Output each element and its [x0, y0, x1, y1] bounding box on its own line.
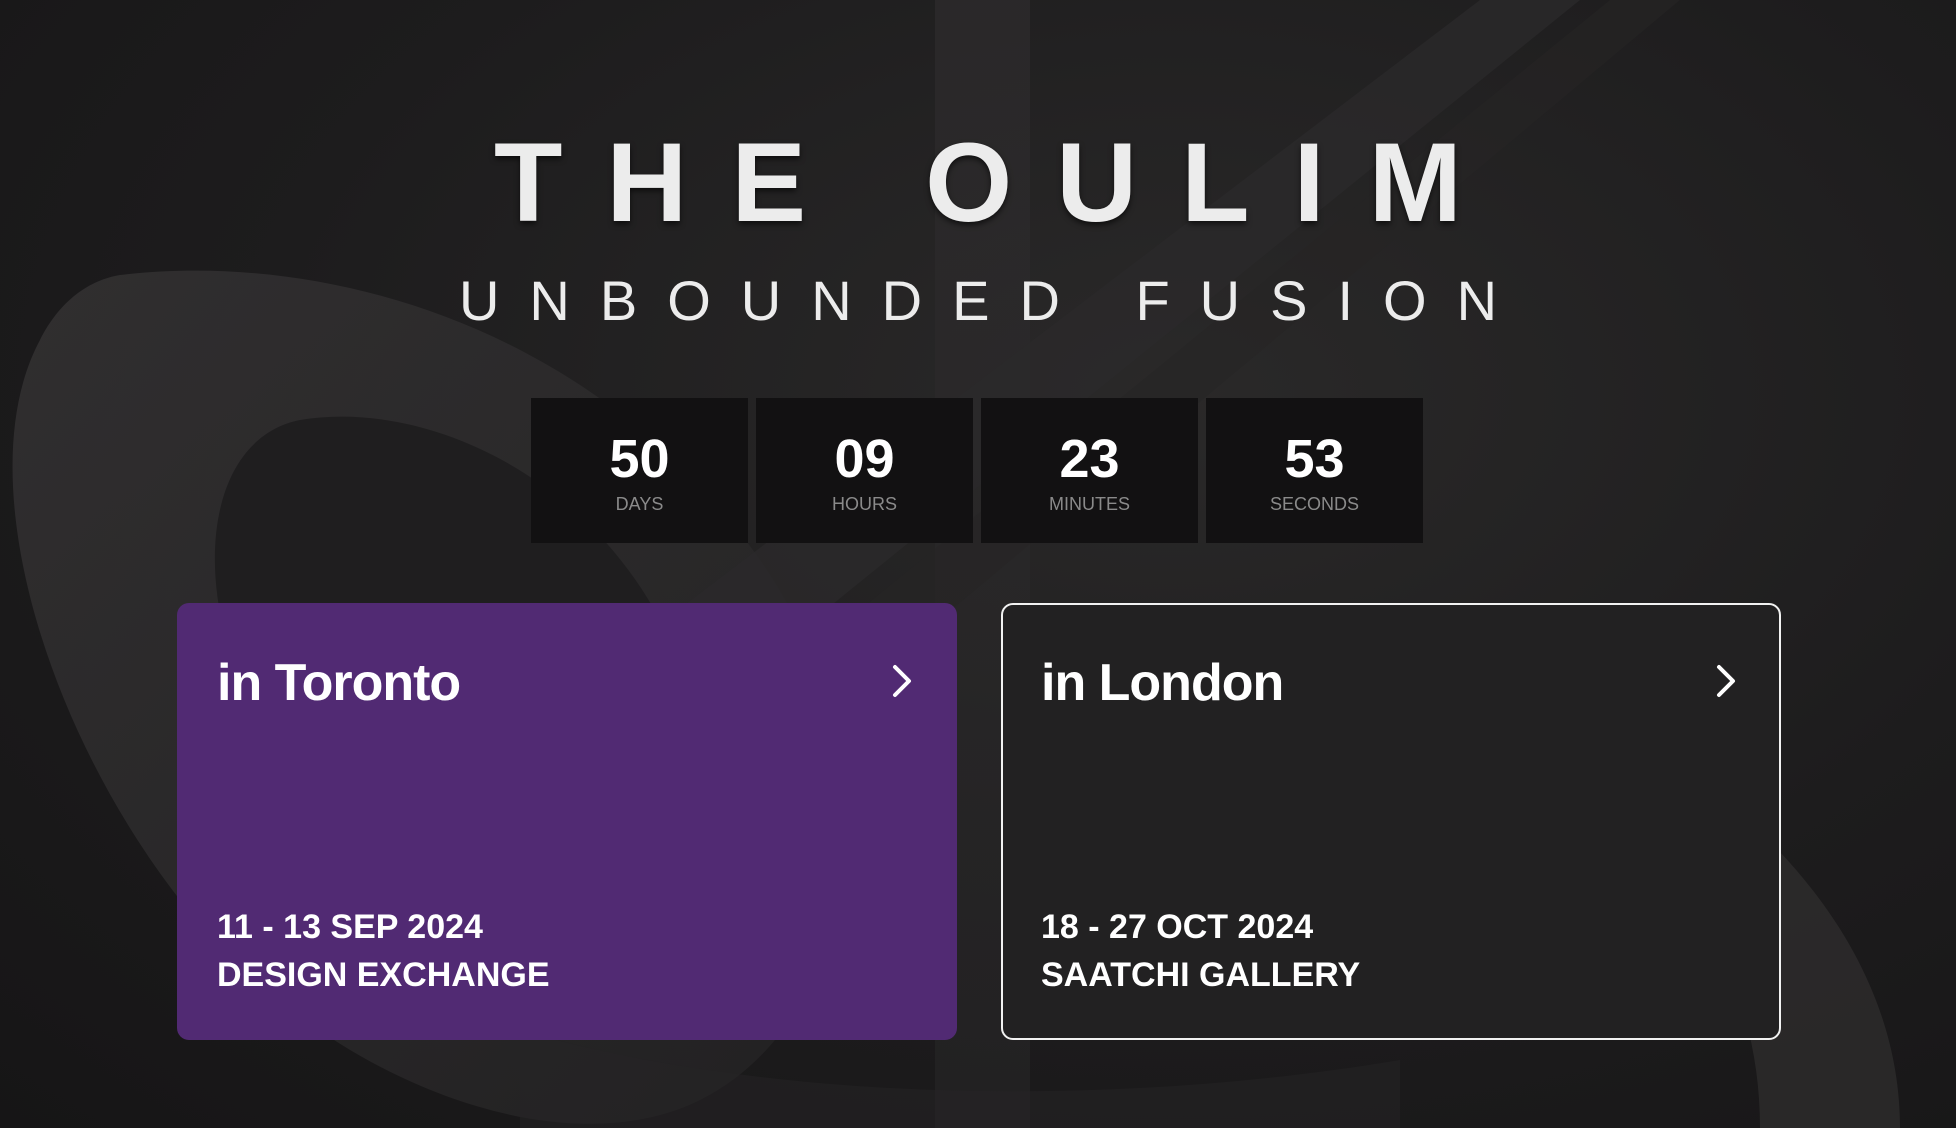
- countdown-seconds-label: SECONDS: [1269, 493, 1359, 514]
- event-subtitle: UNBOUNDED FUSION: [458, 269, 1528, 332]
- countdown-minutes: 23 MINUTES: [981, 398, 1198, 543]
- chevron-right-icon[interactable]: [1709, 659, 1745, 703]
- countdown-hours: 09 HOURS: [756, 398, 973, 543]
- countdown-hours-value: 09: [834, 428, 895, 489]
- countdown-timer: 50 DAYS 09 HOURS 23 MINUTES 53 SECONDS: [531, 398, 1423, 543]
- countdown-days-value: 50: [609, 428, 670, 489]
- event-venue-london: SAATCHI GALLERY: [1041, 956, 1361, 994]
- event-dates-toronto: 11 - 13 SEP 2024: [217, 908, 483, 946]
- countdown-hours-label: HOURS: [831, 493, 897, 514]
- countdown-seconds-value: 53: [1284, 428, 1345, 489]
- countdown-seconds: 53 SECONDS: [1206, 398, 1423, 543]
- event-city-london: in London: [1041, 654, 1284, 712]
- countdown-minutes-label: MINUTES: [1049, 493, 1130, 514]
- event-card-toronto[interactable]: in Toronto 11 - 13 SEP 2024 DESIGN EXCHA…: [177, 603, 957, 1040]
- event-card-london[interactable]: in London 18 - 27 OCT 2024 SAATCHI GALLE…: [1001, 603, 1781, 1040]
- event-title: THE OULIM: [494, 120, 1506, 245]
- countdown-days-label: DAYS: [615, 493, 664, 514]
- countdown-minutes-value: 23: [1059, 428, 1120, 489]
- event-dates-london: 18 - 27 OCT 2024: [1041, 908, 1314, 946]
- landing-page: THE OULIM UNBOUNDED FUSION 50 DAYS 09 HO…: [0, 0, 1956, 1128]
- chevron-right-icon[interactable]: [885, 659, 921, 703]
- event-venue-toronto: DESIGN EXCHANGE: [217, 956, 550, 994]
- countdown-days: 50 DAYS: [531, 398, 748, 543]
- event-city-toronto: in Toronto: [217, 654, 461, 712]
